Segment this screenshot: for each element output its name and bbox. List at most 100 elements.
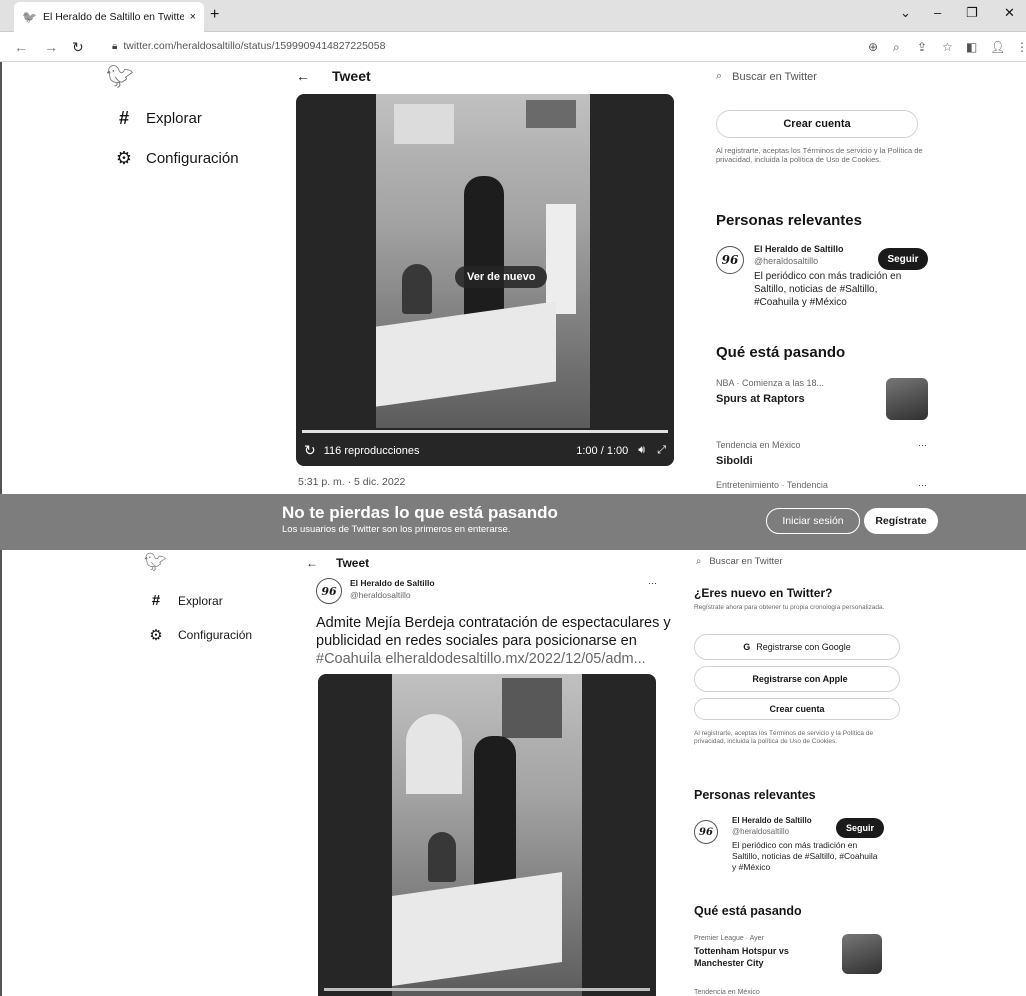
profile-icon[interactable]: 👤︎	[990, 40, 1005, 54]
profile-handle[interactable]: @heraldosaltillo	[732, 827, 789, 837]
search-box[interactable]: ⌕ Buscar en Twitter	[696, 556, 783, 567]
video-progress-bar[interactable]	[324, 988, 650, 991]
signup-button[interactable]: Regístrate	[864, 508, 938, 534]
scene-seated-person	[428, 832, 456, 882]
scene-seated-person	[402, 264, 432, 314]
tab-close-icon[interactable]: ×	[190, 11, 196, 23]
trending-title: Qué está pasando	[694, 904, 802, 918]
nav-settings-label: Configuración	[146, 150, 239, 167]
create-account-button[interactable]: Crear cuenta	[694, 698, 900, 720]
browser-tab[interactable]: 🐦 El Heraldo de Saltillo en Twitter: ×	[14, 2, 204, 32]
twitter-logo-icon[interactable]: 🐦︎	[106, 64, 134, 90]
menu-icon[interactable]: ⋮	[1016, 40, 1026, 54]
profile-handle[interactable]: @heraldosaltillo	[754, 256, 818, 268]
profile-name[interactable]: El Heraldo de Saltillo	[754, 244, 844, 256]
author-handle[interactable]: @heraldosaltillo	[350, 590, 411, 601]
trend-thumbnail[interactable]	[886, 378, 928, 420]
author-avatar[interactable]: 96	[316, 578, 342, 604]
back-arrow-icon[interactable]: ←	[296, 68, 310, 84]
video-frame	[376, 94, 590, 428]
search-box[interactable]: ⌕ Buscar en Twitter	[716, 70, 817, 83]
bookmark-star-icon[interactable]: ☆	[942, 40, 953, 54]
video-progress-bar[interactable]	[302, 430, 668, 433]
back-arrow-icon[interactable]: ←	[306, 556, 318, 570]
more-options-icon[interactable]: ···	[918, 480, 927, 492]
tweet-header: ← Tweet	[296, 68, 371, 84]
trend-title[interactable]: Tottenham Hotspur vs Manchester City	[694, 946, 814, 969]
zoom-icon[interactable]: ⌕	[893, 40, 900, 55]
profile-name[interactable]: El Heraldo de Saltillo	[732, 816, 812, 826]
banner-title: No te pierdas lo que está pasando	[282, 503, 558, 522]
twitter-logo-icon[interactable]: 🐦︎	[144, 552, 167, 573]
search-placeholder: Buscar en Twitter	[709, 556, 783, 567]
tab-list-icon[interactable]: ⌄	[900, 5, 911, 21]
page-title: Tweet	[332, 68, 371, 84]
relevant-people-title: Personas relevantes	[716, 212, 862, 229]
create-account-button[interactable]: Crear cuenta	[716, 110, 918, 138]
replay-button[interactable]: Ver de nuevo	[455, 266, 548, 288]
minimize-icon[interactable]: –	[934, 5, 941, 20]
follow-button[interactable]: Seguir	[878, 248, 928, 270]
trend-context: Premier League · Ayer	[694, 935, 764, 942]
trend-title[interactable]: Siboldi	[716, 454, 753, 468]
new-tab-button[interactable]: +	[210, 6, 219, 24]
view-count: 116 reproducciones	[323, 444, 420, 457]
google-signup-label: Registrarse con Google	[756, 642, 851, 652]
google-signup-button[interactable]: G Registrarse con Google	[694, 634, 900, 660]
trend-title[interactable]: Spurs at Raptors	[716, 392, 805, 406]
sidepanel-icon[interactable]: ◧	[966, 40, 977, 54]
author-name[interactable]: El Heraldo de Saltillo	[350, 578, 435, 589]
tweet-link[interactable]: #Coahuila elheraldodesaltillo.mx/2022/12…	[316, 651, 646, 667]
scene-door	[546, 204, 576, 314]
login-button[interactable]: Iniciar sesión	[766, 508, 860, 534]
restore-icon[interactable]: ❐	[966, 5, 978, 21]
avatar[interactable]: 96	[716, 246, 744, 274]
install-icon[interactable]: ⊕	[868, 40, 878, 54]
avatar[interactable]: 96	[694, 820, 718, 844]
follow-button[interactable]: Seguir	[836, 818, 884, 838]
nav-explore[interactable]: # Explorar	[146, 592, 223, 609]
nav-explore[interactable]: # Explorar	[114, 108, 202, 129]
nav-settings[interactable]: ⚙ Configuración	[146, 626, 252, 644]
gear-icon: ⚙	[149, 627, 163, 644]
replay-icon[interactable]: ↻	[304, 442, 316, 459]
apple-signup-button[interactable]: Registrarse con Apple	[694, 666, 900, 692]
banner-subtitle: Los usuarios de Twitter son los primeros…	[282, 524, 511, 535]
window-close-icon[interactable]: ✕	[1004, 5, 1015, 21]
signup-banner: No te pierdas lo que está pasando Los us…	[0, 494, 1026, 550]
more-options-icon[interactable]: ···	[918, 440, 927, 452]
back-icon[interactable]: ←	[14, 39, 28, 55]
share-icon[interactable]: ⇪	[917, 40, 927, 54]
new-to-twitter-text: Regístrate ahora para obtener tu propia …	[694, 604, 885, 611]
scene-painting	[526, 100, 576, 128]
gear-icon: ⚙	[115, 148, 133, 168]
nav-settings[interactable]: ⚙ Configuración	[114, 148, 239, 169]
relevant-people-title: Personas relevantes	[694, 788, 816, 802]
tab-title: El Heraldo de Saltillo en Twitter:	[42, 11, 184, 23]
profile-bio: El periódico con más tradición en Saltil…	[754, 271, 902, 308]
video-player[interactable]: Ver de nuevo ↻ 116 reproducciones 1:00 /…	[296, 94, 674, 466]
tweet-header: ← Tweet	[306, 556, 369, 570]
scene-table	[392, 872, 562, 986]
profile-bio: El periódico con más tradición en Saltil…	[732, 840, 878, 873]
more-options-icon[interactable]: ···	[648, 578, 657, 590]
hashtag-icon: #	[151, 592, 161, 609]
trend-thumbnail[interactable]	[842, 934, 882, 974]
nav-settings-label: Configuración	[178, 628, 253, 642]
terms-text: Al registrarte, aceptas los Términos de …	[694, 730, 874, 746]
twitter-bird-icon: 🐦	[22, 10, 37, 24]
fullscreen-icon[interactable]: ⤢	[657, 444, 666, 457]
scene-painting	[502, 678, 562, 738]
scene-arch	[394, 104, 454, 144]
address-bar: ← → ↻ 🔒︎ twitter.com/heraldosaltillo/stat…	[0, 32, 1026, 62]
volume-icon[interactable]: 🔊︎	[638, 444, 645, 457]
url-field[interactable]: 🔒︎ twitter.com/heraldosaltillo/status/159…	[112, 40, 385, 52]
tweet-text: Admite Mejía Berdeja contratación de esp…	[316, 614, 672, 668]
reload-icon[interactable]: ↻	[72, 39, 84, 56]
video-player[interactable]	[318, 674, 656, 996]
search-placeholder: Buscar en Twitter	[732, 70, 817, 83]
search-icon: ⌕	[716, 70, 723, 82]
forward-icon[interactable]: →	[44, 39, 58, 55]
nav-explore-label: Explorar	[178, 593, 223, 608]
page-title: Tweet	[336, 556, 370, 570]
